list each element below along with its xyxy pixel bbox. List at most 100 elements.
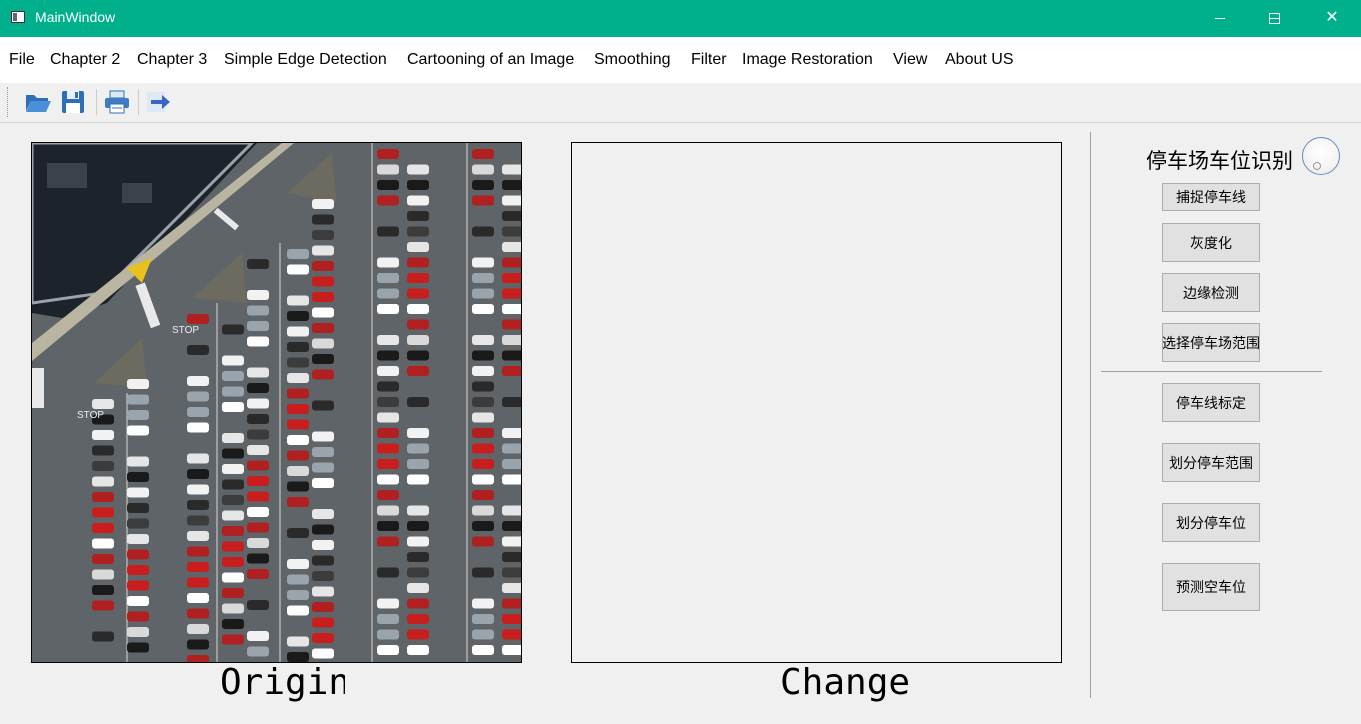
grayscale-button[interactable]: 灰度化 (1162, 223, 1260, 262)
parked-car (407, 211, 429, 221)
changed-caption: Changed (780, 662, 912, 702)
parked-car (377, 226, 399, 237)
predict-empty-spaces-button[interactable]: 预测空车位 (1162, 563, 1260, 611)
parked-car (287, 636, 309, 647)
parked-car (92, 569, 114, 580)
parked-car (312, 540, 334, 550)
parked-car (502, 629, 521, 640)
menu-simple-edge-detection[interactable]: Simple Edge Detection (224, 51, 387, 69)
parked-car (312, 462, 334, 473)
menu-smoothing[interactable]: Smoothing (594, 51, 671, 69)
save-icon[interactable] (60, 89, 88, 115)
parked-car (287, 295, 309, 306)
parked-car (127, 627, 149, 637)
menu-view[interactable]: View (893, 51, 927, 69)
parked-car (92, 538, 114, 549)
parked-car (407, 505, 429, 516)
edge-detection-button[interactable]: 边缘检测 (1162, 273, 1260, 312)
panel-separator (1101, 371, 1322, 372)
select-lot-range-button[interactable]: 选择停车场范围 (1162, 323, 1260, 362)
menu-image-restoration[interactable]: Image Restoration (742, 51, 873, 69)
close-button[interactable]: ✕ (1303, 0, 1361, 37)
parked-car (472, 164, 494, 175)
parked-car (472, 350, 494, 361)
parked-car (222, 526, 244, 536)
parked-car (377, 381, 399, 392)
print-icon[interactable] (103, 89, 131, 115)
parked-car (407, 474, 429, 485)
parked-car (472, 180, 494, 190)
parked-car (312, 431, 334, 442)
parked-car (377, 474, 399, 485)
parked-car (377, 536, 399, 547)
parked-car (502, 521, 521, 531)
parked-car (187, 376, 209, 386)
open-folder-icon[interactable] (24, 89, 52, 115)
parked-car (222, 510, 244, 521)
parked-car (377, 366, 399, 376)
parked-car (187, 314, 209, 324)
toolbar-grip[interactable] (7, 87, 10, 117)
parked-car (222, 448, 244, 459)
parked-car (377, 195, 399, 206)
parked-car (222, 541, 244, 552)
menu-chapter-3[interactable]: Chapter 3 (137, 51, 207, 69)
parked-car (92, 492, 114, 502)
divide-parking-range-button[interactable]: 划分停车范围 (1162, 443, 1260, 482)
parked-car (407, 242, 429, 252)
panel-title: 停车场车位识别 (1146, 149, 1293, 173)
parked-car (312, 509, 334, 519)
menu-bar: File Chapter 2 Chapter 3 Simple Edge Det… (0, 37, 1361, 83)
parked-car (247, 507, 269, 517)
parked-car (187, 655, 209, 662)
parked-car (127, 394, 149, 405)
parked-car (312, 478, 334, 488)
parked-car (377, 164, 399, 175)
parked-car (247, 321, 269, 331)
parked-car (407, 645, 429, 655)
parked-car (247, 414, 269, 424)
parked-car (247, 367, 269, 378)
parked-car (187, 515, 209, 526)
parked-car (222, 588, 244, 598)
parked-car (312, 230, 334, 240)
parked-car (377, 350, 399, 361)
parked-car (472, 397, 494, 407)
parked-car (472, 335, 494, 345)
maximize-button[interactable] (1245, 0, 1303, 37)
minimize-button[interactable] (1191, 0, 1249, 37)
parked-car (472, 273, 494, 283)
menu-file[interactable]: File (9, 51, 35, 69)
parked-car (407, 443, 429, 454)
parked-car (407, 583, 429, 593)
parked-car (407, 397, 429, 407)
parked-car (222, 433, 244, 443)
menu-filter[interactable]: Filter (691, 51, 727, 69)
parked-car (247, 336, 269, 347)
parked-car (472, 474, 494, 485)
parked-car (407, 459, 429, 469)
parked-car (92, 507, 114, 518)
export-arrow-icon[interactable] (145, 89, 173, 115)
parked-car (377, 180, 399, 190)
parked-car (407, 536, 429, 547)
parked-car (127, 565, 149, 575)
calibrate-parking-lines-button[interactable]: 停车线标定 (1162, 383, 1260, 422)
parked-car (472, 505, 494, 516)
parked-car (222, 479, 244, 490)
menu-chapter-2[interactable]: Chapter 2 (50, 51, 120, 69)
parked-car (472, 366, 494, 376)
menu-about-us[interactable]: About US (945, 51, 1013, 69)
parked-car (502, 242, 521, 252)
capture-parking-lines-button[interactable]: 捕捉停车线 (1162, 183, 1260, 211)
parked-car (502, 443, 521, 454)
radio-button[interactable] (1302, 137, 1340, 175)
parked-car (247, 631, 269, 641)
menu-cartooning[interactable]: Cartooning of an Image (407, 51, 574, 69)
parked-car (287, 590, 309, 600)
divide-parking-spaces-button[interactable]: 划分停车位 (1162, 503, 1260, 542)
parked-car (187, 639, 209, 650)
parked-car (407, 366, 429, 376)
parked-car (92, 523, 114, 533)
parked-car (502, 273, 521, 283)
